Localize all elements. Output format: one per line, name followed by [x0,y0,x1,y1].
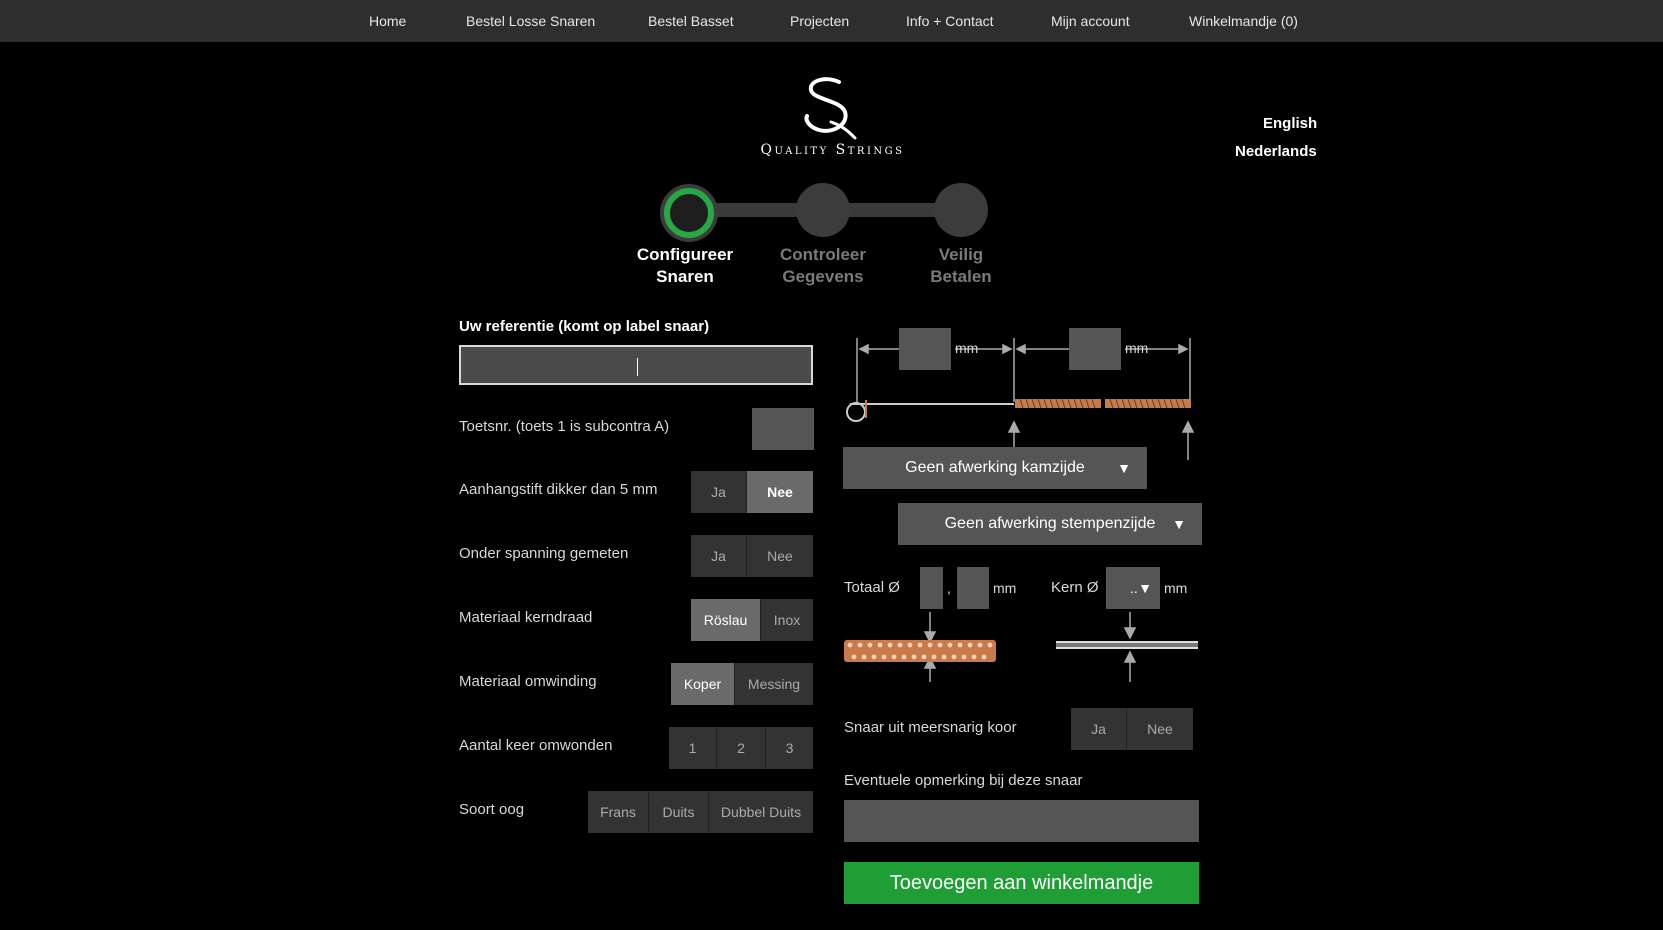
eye-option-frans[interactable]: Frans [588,791,649,833]
length-right-unit: mm [1125,340,1149,356]
multistrand-toggle: Ja Nee [1071,708,1193,750]
eye-option-duits[interactable]: Duits [649,791,709,833]
reference-input[interactable] [459,345,813,385]
multistrand-option-ja[interactable]: Ja [1071,708,1127,750]
eye-type-toggle: Frans Duits Dubbel Duits [588,791,813,833]
winding-material-label: Materiaal omwinding [459,673,597,690]
chevron-down-icon: ▼ [1117,460,1131,476]
quality-strings-logo-icon[interactable] [795,76,865,140]
nav-mijn-account[interactable]: Mijn account [1051,0,1130,42]
pin-thickness-toggle: Ja Nee [691,471,813,513]
logo-text: Quality Strings [760,142,905,158]
multistrand-option-nee[interactable]: Nee [1127,708,1193,750]
finish-pin-value: Geen afwerking stempenzijde [944,515,1156,532]
winding-material-toggle: Koper Messing [671,663,813,705]
nav-projecten[interactable]: Projecten [790,0,849,42]
finish-pin-select[interactable]: Geen afwerking stempenzijde ▼ [898,503,1202,545]
step-1-dot[interactable] [664,188,714,238]
core-diameter-unit: mm [1164,580,1188,596]
pin-option-nee[interactable]: Nee [747,471,813,513]
text-caret [637,358,638,376]
eye-option-dubbel-duits[interactable]: Dubbel Duits [709,791,813,833]
nav-info-contact[interactable]: Info + Contact [906,0,994,42]
step-1-label: Configureer Snaren [636,245,734,286]
total-diameter-dec-input[interactable] [957,567,989,609]
eye-type-label: Soort oog [459,801,525,818]
length-left-unit: mm [955,340,979,356]
nav-winkelmandje[interactable]: Winkelmandje (0) [1189,0,1298,42]
key-number-input[interactable] [752,408,814,450]
core-option-roslau[interactable]: Röslau [691,599,761,641]
nav-bestel-basset[interactable]: Bestel Basset [648,0,734,42]
winding-option-messing[interactable]: Messing [735,663,813,705]
finish-comb-value: Geen afwerking kamzijde [905,459,1085,476]
chevron-down-icon: ▼ [1138,580,1152,596]
top-nav: Home Bestel Losse Snaren Bestel Basset P… [0,0,1663,42]
finish-comb-select[interactable]: Geen afwerking kamzijde ▼ [843,447,1147,489]
lang-nederlands[interactable]: Nederlands [1235,143,1317,160]
step-2-dot[interactable] [796,183,850,237]
length-right-input[interactable] [1069,328,1121,370]
core-option-inox[interactable]: Inox [761,599,813,641]
winding-option-koper[interactable]: Koper [671,663,735,705]
total-diameter-unit: mm [993,580,1017,596]
lang-english[interactable]: English [1263,115,1317,132]
multistrand-label: Snaar uit meersnarig koor [844,719,1017,736]
tension-option-nee[interactable]: Nee [747,535,813,577]
winding-count-label: Aantal keer omwonden [459,737,613,754]
step-3-label: Veilig Betalen [930,245,992,286]
diameter-diagram [844,612,1198,682]
key-number-label: Toetsnr. (toets 1 is subcontra A) [459,418,670,435]
core-diameter-value: .. [1130,580,1138,596]
core-material-toggle: Röslau Inox [691,599,813,641]
pin-thickness-label: Aanhangstift dikker dan 5 mm [459,481,658,498]
remark-input[interactable] [844,800,1199,842]
reference-label: Uw referentie (komt op label snaar) [459,318,710,335]
count-option-1[interactable]: 1 [669,727,717,769]
core-diameter-label: Kern Ø [1051,579,1099,596]
pin-option-ja[interactable]: Ja [691,471,747,513]
length-left-input[interactable] [899,328,951,370]
chevron-down-icon: ▼ [1172,516,1186,532]
step-3-dot[interactable] [934,183,988,237]
tension-label: Onder spanning gemeten [459,545,629,562]
add-to-cart-button[interactable]: Toevoegen aan winkelmandje [844,862,1199,904]
core-material-label: Materiaal kerndraad [459,609,593,626]
count-option-3[interactable]: 3 [766,727,813,769]
remark-label: Eventuele opmerking bij deze snaar [844,772,1083,789]
nav-home[interactable]: Home [369,0,406,42]
winding-count-toggle: 1 2 3 [669,727,813,769]
step-2-label: Controleer Gegevens [780,245,866,286]
total-diameter-int-input[interactable] [920,567,943,609]
decimal-separator: , [947,580,951,596]
core-diameter-select[interactable]: .. ▼ [1106,567,1160,609]
total-diameter-label: Totaal Ø [844,579,900,596]
nav-bestel-losse-snaren[interactable]: Bestel Losse Snaren [466,0,595,42]
tension-option-ja[interactable]: Ja [691,535,747,577]
count-option-2[interactable]: 2 [717,727,766,769]
tension-toggle: Ja Nee [691,535,813,577]
